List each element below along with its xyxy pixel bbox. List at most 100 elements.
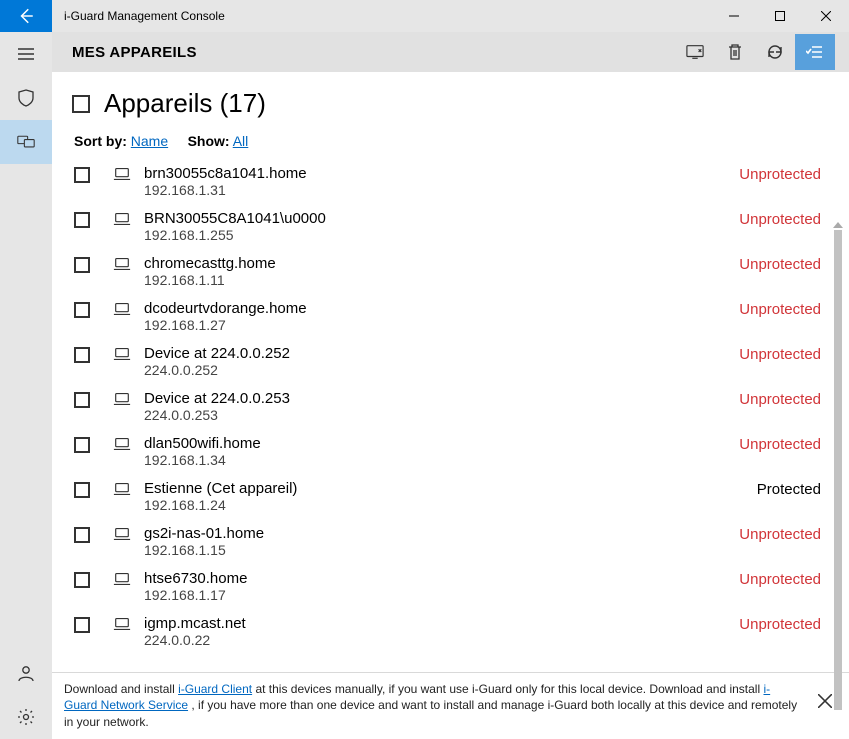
footer-text-1: Download and install bbox=[64, 682, 178, 696]
panel-title: Appareils (17) bbox=[104, 88, 266, 119]
sort-label: Sort by: bbox=[74, 133, 127, 149]
device-info: chromecasttg.home192.168.1.11 bbox=[144, 255, 739, 288]
laptop-icon bbox=[112, 302, 132, 316]
device-checkbox[interactable] bbox=[74, 167, 90, 183]
device-status: Unprotected bbox=[739, 210, 821, 228]
sidebar-item-account[interactable] bbox=[0, 651, 52, 695]
device-checkbox[interactable] bbox=[74, 212, 90, 228]
scroll-up-icon[interactable] bbox=[831, 222, 845, 228]
titlebar: i-Guard Management Console bbox=[0, 0, 849, 32]
back-button[interactable] bbox=[0, 0, 52, 32]
sort-link[interactable]: Name bbox=[131, 133, 168, 149]
device-info: Estienne (Cet appareil)192.168.1.24 bbox=[144, 480, 757, 513]
device-checkbox[interactable] bbox=[74, 392, 90, 408]
device-name: Estienne (Cet appareil) bbox=[144, 480, 757, 497]
device-row[interactable]: dcodeurtvdorange.home192.168.1.27Unprote… bbox=[72, 294, 845, 339]
device-status: Unprotected bbox=[739, 615, 821, 633]
close-button[interactable] bbox=[803, 0, 849, 32]
device-row[interactable]: Device at 224.0.0.252224.0.0.252Unprotec… bbox=[72, 339, 845, 384]
device-name: dcodeurtvdorange.home bbox=[144, 300, 739, 317]
device-ip: 192.168.1.24 bbox=[144, 497, 757, 513]
share-screen-button[interactable] bbox=[675, 34, 715, 70]
device-status: Unprotected bbox=[739, 390, 821, 408]
list-select-button[interactable] bbox=[795, 34, 835, 70]
device-list: brn30055c8a1041.home192.168.1.31Unprotec… bbox=[72, 159, 849, 672]
device-row[interactable]: BRN30055C8A1041\u0000192.168.1.255Unprot… bbox=[72, 204, 845, 249]
laptop-icon bbox=[112, 257, 132, 271]
page-heading: MES APPAREILS bbox=[72, 44, 675, 61]
device-name: brn30055c8a1041.home bbox=[144, 165, 739, 182]
device-name: igmp.mcast.net bbox=[144, 615, 739, 632]
laptop-icon bbox=[112, 392, 132, 406]
sidebar bbox=[0, 32, 52, 739]
minimize-button[interactable] bbox=[711, 0, 757, 32]
device-ip: 192.168.1.255 bbox=[144, 227, 739, 243]
device-status: Unprotected bbox=[739, 435, 821, 453]
device-status: Unprotected bbox=[739, 300, 821, 318]
footer-link-client[interactable]: i-Guard Client bbox=[178, 682, 252, 696]
device-row[interactable]: chromecasttg.home192.168.1.11Unprotected bbox=[72, 249, 845, 294]
laptop-icon bbox=[112, 212, 132, 226]
show-label: Show: bbox=[188, 133, 230, 149]
device-name: Device at 224.0.0.253 bbox=[144, 390, 739, 407]
toolbar: MES APPAREILS bbox=[52, 32, 849, 72]
window-title: i-Guard Management Console bbox=[52, 9, 711, 23]
device-ip: 192.168.1.31 bbox=[144, 182, 739, 198]
device-info: BRN30055C8A1041\u0000192.168.1.255 bbox=[144, 210, 739, 243]
device-status: Protected bbox=[757, 480, 821, 498]
hamburger-menu[interactable] bbox=[0, 32, 52, 76]
device-name: chromecasttg.home bbox=[144, 255, 739, 272]
device-name: dlan500wifi.home bbox=[144, 435, 739, 452]
laptop-icon bbox=[112, 167, 132, 181]
device-name: BRN30055C8A1041\u0000 bbox=[144, 210, 739, 227]
maximize-button[interactable] bbox=[757, 0, 803, 32]
refresh-button[interactable] bbox=[755, 34, 795, 70]
device-info: Device at 224.0.0.252224.0.0.252 bbox=[144, 345, 739, 378]
sidebar-item-devices[interactable] bbox=[0, 120, 52, 164]
main-panel: Appareils (17) Sort by: Name Show: All b… bbox=[52, 72, 849, 672]
device-checkbox[interactable] bbox=[74, 257, 90, 273]
device-ip: 192.168.1.15 bbox=[144, 542, 739, 558]
device-status: Unprotected bbox=[739, 570, 821, 588]
device-ip: 192.168.1.34 bbox=[144, 452, 739, 468]
device-checkbox[interactable] bbox=[74, 482, 90, 498]
filter-bar: Sort by: Name Show: All bbox=[72, 133, 849, 149]
laptop-icon bbox=[112, 347, 132, 361]
delete-button[interactable] bbox=[715, 34, 755, 70]
device-info: Device at 224.0.0.253224.0.0.253 bbox=[144, 390, 739, 423]
select-all-checkbox[interactable] bbox=[72, 95, 90, 113]
device-status: Unprotected bbox=[739, 345, 821, 363]
device-row[interactable]: htse6730.home192.168.1.17Unprotected bbox=[72, 564, 845, 609]
sidebar-item-shield[interactable] bbox=[0, 76, 52, 120]
device-info: htse6730.home192.168.1.17 bbox=[144, 570, 739, 603]
device-row[interactable]: gs2i-nas-01.home192.168.1.15Unprotected bbox=[72, 519, 845, 564]
scroll-thumb[interactable] bbox=[834, 230, 842, 710]
device-info: dlan500wifi.home192.168.1.34 bbox=[144, 435, 739, 468]
device-name: htse6730.home bbox=[144, 570, 739, 587]
device-row[interactable]: igmp.mcast.net224.0.0.22Unprotected bbox=[72, 609, 845, 654]
device-ip: 192.168.1.27 bbox=[144, 317, 739, 333]
show-link[interactable]: All bbox=[233, 133, 249, 149]
sidebar-item-settings[interactable] bbox=[0, 695, 52, 739]
device-ip: 224.0.0.22 bbox=[144, 632, 739, 648]
laptop-icon bbox=[112, 617, 132, 631]
scrollbar[interactable] bbox=[829, 222, 847, 672]
device-ip: 192.168.1.17 bbox=[144, 587, 739, 603]
device-row[interactable]: brn30055c8a1041.home192.168.1.31Unprotec… bbox=[72, 159, 845, 204]
device-checkbox[interactable] bbox=[74, 617, 90, 633]
device-checkbox[interactable] bbox=[74, 527, 90, 543]
device-info: igmp.mcast.net224.0.0.22 bbox=[144, 615, 739, 648]
device-status: Unprotected bbox=[739, 165, 821, 183]
device-checkbox[interactable] bbox=[74, 302, 90, 318]
device-checkbox[interactable] bbox=[74, 572, 90, 588]
device-ip: 224.0.0.253 bbox=[144, 407, 739, 423]
device-row[interactable]: Device at 224.0.0.253224.0.0.253Unprotec… bbox=[72, 384, 845, 429]
device-name: gs2i-nas-01.home bbox=[144, 525, 739, 542]
device-row[interactable]: dlan500wifi.home192.168.1.34Unprotected bbox=[72, 429, 845, 474]
device-checkbox[interactable] bbox=[74, 347, 90, 363]
device-checkbox[interactable] bbox=[74, 437, 90, 453]
device-row[interactable]: Estienne (Cet appareil)192.168.1.24Prote… bbox=[72, 474, 845, 519]
device-info: dcodeurtvdorange.home192.168.1.27 bbox=[144, 300, 739, 333]
laptop-icon bbox=[112, 482, 132, 496]
device-ip: 192.168.1.11 bbox=[144, 272, 739, 288]
